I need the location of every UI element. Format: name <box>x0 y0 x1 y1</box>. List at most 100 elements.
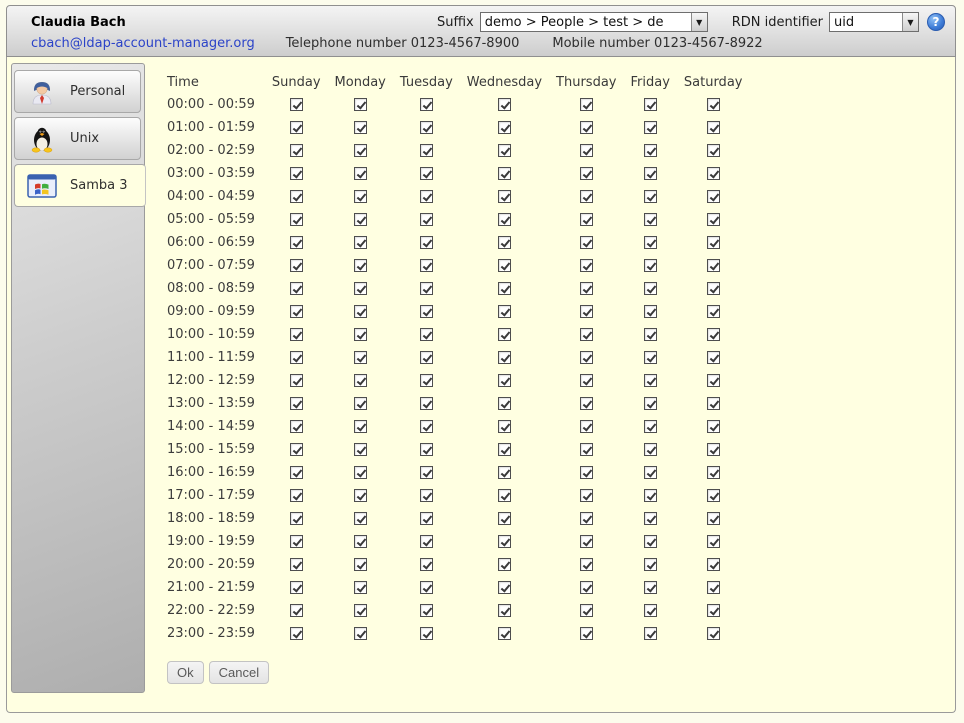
hour-checkbox-saturday[interactable] <box>707 604 720 617</box>
hour-checkbox-thursday[interactable] <box>580 489 593 502</box>
hour-checkbox-saturday[interactable] <box>707 581 720 594</box>
hour-checkbox-friday[interactable] <box>644 535 657 548</box>
hour-checkbox-wednesday[interactable] <box>498 489 511 502</box>
hour-checkbox-thursday[interactable] <box>580 374 593 387</box>
hour-checkbox-monday[interactable] <box>354 144 367 157</box>
hour-checkbox-tuesday[interactable] <box>420 213 433 226</box>
hour-checkbox-saturday[interactable] <box>707 627 720 640</box>
hour-checkbox-monday[interactable] <box>354 121 367 134</box>
hour-checkbox-sunday[interactable] <box>290 604 303 617</box>
hour-checkbox-friday[interactable] <box>644 420 657 433</box>
hour-checkbox-thursday[interactable] <box>580 397 593 410</box>
hour-checkbox-thursday[interactable] <box>580 167 593 180</box>
hour-checkbox-saturday[interactable] <box>707 282 720 295</box>
hour-checkbox-monday[interactable] <box>354 351 367 364</box>
hour-checkbox-wednesday[interactable] <box>498 213 511 226</box>
hour-checkbox-wednesday[interactable] <box>498 98 511 111</box>
hour-checkbox-saturday[interactable] <box>707 236 720 249</box>
hour-checkbox-wednesday[interactable] <box>498 282 511 295</box>
hour-checkbox-sunday[interactable] <box>290 236 303 249</box>
hour-checkbox-wednesday[interactable] <box>498 604 511 617</box>
hour-checkbox-tuesday[interactable] <box>420 282 433 295</box>
suffix-select[interactable]: demo > People > test > de ▼ <box>480 12 708 32</box>
hour-checkbox-thursday[interactable] <box>580 213 593 226</box>
hour-checkbox-sunday[interactable] <box>290 374 303 387</box>
hour-checkbox-sunday[interactable] <box>290 144 303 157</box>
hour-checkbox-monday[interactable] <box>354 466 367 479</box>
hour-checkbox-saturday[interactable] <box>707 259 720 272</box>
hour-checkbox-tuesday[interactable] <box>420 604 433 617</box>
hour-checkbox-monday[interactable] <box>354 190 367 203</box>
hour-checkbox-saturday[interactable] <box>707 512 720 525</box>
tab-samba3[interactable]: Samba 3 <box>14 164 146 207</box>
hour-checkbox-wednesday[interactable] <box>498 144 511 157</box>
hour-checkbox-wednesday[interactable] <box>498 512 511 525</box>
hour-checkbox-monday[interactable] <box>354 604 367 617</box>
hour-checkbox-monday[interactable] <box>354 328 367 341</box>
hour-checkbox-wednesday[interactable] <box>498 305 511 318</box>
hour-checkbox-monday[interactable] <box>354 98 367 111</box>
hour-checkbox-tuesday[interactable] <box>420 190 433 203</box>
hour-checkbox-friday[interactable] <box>644 121 657 134</box>
hour-checkbox-thursday[interactable] <box>580 144 593 157</box>
hour-checkbox-saturday[interactable] <box>707 443 720 456</box>
hour-checkbox-friday[interactable] <box>644 144 657 157</box>
hour-checkbox-saturday[interactable] <box>707 466 720 479</box>
hour-checkbox-saturday[interactable] <box>707 351 720 364</box>
hour-checkbox-friday[interactable] <box>644 167 657 180</box>
hour-checkbox-sunday[interactable] <box>290 397 303 410</box>
ok-button[interactable]: Ok <box>167 661 204 684</box>
hour-checkbox-sunday[interactable] <box>290 282 303 295</box>
hour-checkbox-monday[interactable] <box>354 443 367 456</box>
hour-checkbox-wednesday[interactable] <box>498 121 511 134</box>
hour-checkbox-saturday[interactable] <box>707 328 720 341</box>
hour-checkbox-wednesday[interactable] <box>498 328 511 341</box>
hour-checkbox-wednesday[interactable] <box>498 190 511 203</box>
hour-checkbox-friday[interactable] <box>644 443 657 456</box>
hour-checkbox-friday[interactable] <box>644 213 657 226</box>
hour-checkbox-saturday[interactable] <box>707 167 720 180</box>
hour-checkbox-thursday[interactable] <box>580 351 593 364</box>
hour-checkbox-friday[interactable] <box>644 236 657 249</box>
hour-checkbox-tuesday[interactable] <box>420 121 433 134</box>
hour-checkbox-tuesday[interactable] <box>420 466 433 479</box>
hour-checkbox-monday[interactable] <box>354 305 367 318</box>
hour-checkbox-friday[interactable] <box>644 98 657 111</box>
hour-checkbox-monday[interactable] <box>354 489 367 502</box>
hour-checkbox-sunday[interactable] <box>290 328 303 341</box>
hour-checkbox-wednesday[interactable] <box>498 443 511 456</box>
hour-checkbox-thursday[interactable] <box>580 190 593 203</box>
hour-checkbox-wednesday[interactable] <box>498 466 511 479</box>
hour-checkbox-friday[interactable] <box>644 259 657 272</box>
hour-checkbox-friday[interactable] <box>644 512 657 525</box>
hour-checkbox-saturday[interactable] <box>707 144 720 157</box>
hour-checkbox-friday[interactable] <box>644 328 657 341</box>
hour-checkbox-thursday[interactable] <box>580 466 593 479</box>
hour-checkbox-sunday[interactable] <box>290 558 303 571</box>
hour-checkbox-thursday[interactable] <box>580 305 593 318</box>
hour-checkbox-tuesday[interactable] <box>420 167 433 180</box>
hour-checkbox-tuesday[interactable] <box>420 535 433 548</box>
hour-checkbox-saturday[interactable] <box>707 420 720 433</box>
hour-checkbox-sunday[interactable] <box>290 305 303 318</box>
hour-checkbox-saturday[interactable] <box>707 489 720 502</box>
hour-checkbox-sunday[interactable] <box>290 259 303 272</box>
hour-checkbox-thursday[interactable] <box>580 236 593 249</box>
hour-checkbox-sunday[interactable] <box>290 213 303 226</box>
hour-checkbox-wednesday[interactable] <box>498 581 511 594</box>
hour-checkbox-tuesday[interactable] <box>420 420 433 433</box>
hour-checkbox-wednesday[interactable] <box>498 167 511 180</box>
hour-checkbox-wednesday[interactable] <box>498 374 511 387</box>
hour-checkbox-thursday[interactable] <box>580 512 593 525</box>
hour-checkbox-tuesday[interactable] <box>420 98 433 111</box>
hour-checkbox-friday[interactable] <box>644 604 657 617</box>
hour-checkbox-friday[interactable] <box>644 374 657 387</box>
hour-checkbox-friday[interactable] <box>644 489 657 502</box>
hour-checkbox-tuesday[interactable] <box>420 558 433 571</box>
hour-checkbox-sunday[interactable] <box>290 167 303 180</box>
hour-checkbox-monday[interactable] <box>354 558 367 571</box>
hour-checkbox-tuesday[interactable] <box>420 328 433 341</box>
hour-checkbox-tuesday[interactable] <box>420 627 433 640</box>
tab-personal[interactable]: Personal <box>14 70 141 113</box>
hour-checkbox-saturday[interactable] <box>707 397 720 410</box>
